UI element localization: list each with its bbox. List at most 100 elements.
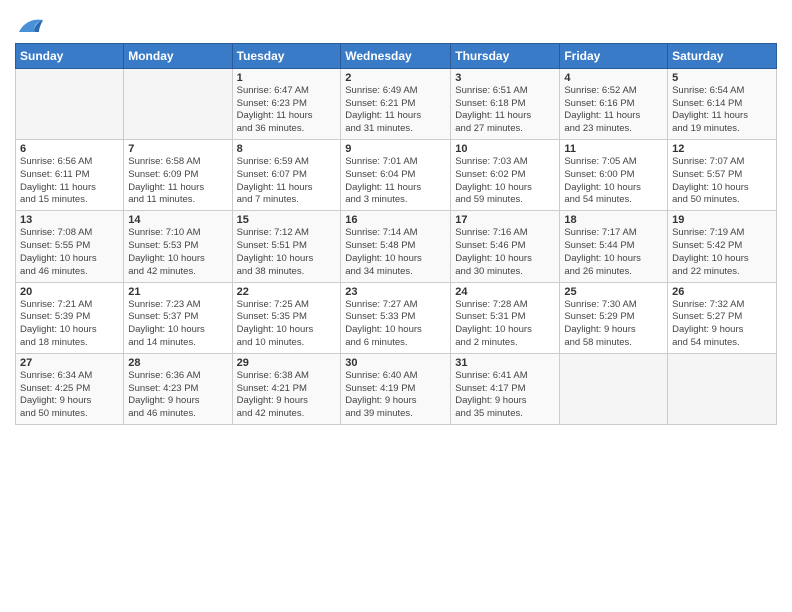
calendar-cell: 31Sunrise: 6:41 AM Sunset: 4:17 PM Dayli… bbox=[451, 353, 560, 424]
day-info: Sunrise: 6:40 AM Sunset: 4:19 PM Dayligh… bbox=[345, 370, 446, 421]
calendar-cell: 9Sunrise: 7:01 AM Sunset: 6:04 PM Daylig… bbox=[341, 140, 451, 211]
weekday-header-thursday: Thursday bbox=[451, 43, 560, 68]
day-info: Sunrise: 7:23 AM Sunset: 5:37 PM Dayligh… bbox=[128, 299, 227, 350]
day-number: 16 bbox=[345, 214, 446, 226]
calendar-cell: 13Sunrise: 7:08 AM Sunset: 5:55 PM Dayli… bbox=[16, 211, 124, 282]
calendar-week-row: 20Sunrise: 7:21 AM Sunset: 5:39 PM Dayli… bbox=[16, 282, 777, 353]
day-info: Sunrise: 7:21 AM Sunset: 5:39 PM Dayligh… bbox=[20, 299, 119, 350]
weekday-header-wednesday: Wednesday bbox=[341, 43, 451, 68]
day-number: 5 bbox=[672, 72, 772, 84]
day-number: 28 bbox=[128, 357, 227, 369]
day-number: 30 bbox=[345, 357, 446, 369]
day-number: 8 bbox=[237, 143, 337, 155]
day-info: Sunrise: 6:52 AM Sunset: 6:16 PM Dayligh… bbox=[564, 85, 663, 136]
day-info: Sunrise: 6:54 AM Sunset: 6:14 PM Dayligh… bbox=[672, 85, 772, 136]
logo bbox=[15, 14, 45, 39]
day-info: Sunrise: 6:36 AM Sunset: 4:23 PM Dayligh… bbox=[128, 370, 227, 421]
day-number: 3 bbox=[455, 72, 555, 84]
weekday-header-sunday: Sunday bbox=[16, 43, 124, 68]
day-info: Sunrise: 7:17 AM Sunset: 5:44 PM Dayligh… bbox=[564, 227, 663, 278]
calendar-cell: 29Sunrise: 6:38 AM Sunset: 4:21 PM Dayli… bbox=[232, 353, 341, 424]
calendar-cell: 23Sunrise: 7:27 AM Sunset: 5:33 PM Dayli… bbox=[341, 282, 451, 353]
calendar-cell: 19Sunrise: 7:19 AM Sunset: 5:42 PM Dayli… bbox=[668, 211, 777, 282]
calendar-week-row: 13Sunrise: 7:08 AM Sunset: 5:55 PM Dayli… bbox=[16, 211, 777, 282]
calendar-table: SundayMondayTuesdayWednesdayThursdayFrid… bbox=[15, 43, 777, 425]
calendar-cell: 22Sunrise: 7:25 AM Sunset: 5:35 PM Dayli… bbox=[232, 282, 341, 353]
day-number: 24 bbox=[455, 286, 555, 298]
day-info: Sunrise: 6:59 AM Sunset: 6:07 PM Dayligh… bbox=[237, 156, 337, 207]
calendar-cell: 21Sunrise: 7:23 AM Sunset: 5:37 PM Dayli… bbox=[124, 282, 232, 353]
day-number: 10 bbox=[455, 143, 555, 155]
calendar-cell: 10Sunrise: 7:03 AM Sunset: 6:02 PM Dayli… bbox=[451, 140, 560, 211]
day-number: 23 bbox=[345, 286, 446, 298]
day-number: 1 bbox=[237, 72, 337, 84]
calendar-cell: 18Sunrise: 7:17 AM Sunset: 5:44 PM Dayli… bbox=[560, 211, 668, 282]
weekday-header-tuesday: Tuesday bbox=[232, 43, 341, 68]
calendar-cell: 20Sunrise: 7:21 AM Sunset: 5:39 PM Dayli… bbox=[16, 282, 124, 353]
day-number: 4 bbox=[564, 72, 663, 84]
day-number: 27 bbox=[20, 357, 119, 369]
calendar-cell: 14Sunrise: 7:10 AM Sunset: 5:53 PM Dayli… bbox=[124, 211, 232, 282]
day-number: 18 bbox=[564, 214, 663, 226]
day-info: Sunrise: 6:56 AM Sunset: 6:11 PM Dayligh… bbox=[20, 156, 119, 207]
day-info: Sunrise: 7:32 AM Sunset: 5:27 PM Dayligh… bbox=[672, 299, 772, 350]
day-info: Sunrise: 7:03 AM Sunset: 6:02 PM Dayligh… bbox=[455, 156, 555, 207]
day-info: Sunrise: 7:25 AM Sunset: 5:35 PM Dayligh… bbox=[237, 299, 337, 350]
day-info: Sunrise: 7:30 AM Sunset: 5:29 PM Dayligh… bbox=[564, 299, 663, 350]
calendar-cell: 8Sunrise: 6:59 AM Sunset: 6:07 PM Daylig… bbox=[232, 140, 341, 211]
day-info: Sunrise: 7:10 AM Sunset: 5:53 PM Dayligh… bbox=[128, 227, 227, 278]
calendar-cell: 6Sunrise: 6:56 AM Sunset: 6:11 PM Daylig… bbox=[16, 140, 124, 211]
calendar-cell: 1Sunrise: 6:47 AM Sunset: 6:23 PM Daylig… bbox=[232, 68, 341, 139]
calendar-cell: 25Sunrise: 7:30 AM Sunset: 5:29 PM Dayli… bbox=[560, 282, 668, 353]
day-info: Sunrise: 6:41 AM Sunset: 4:17 PM Dayligh… bbox=[455, 370, 555, 421]
weekday-header-friday: Friday bbox=[560, 43, 668, 68]
day-number: 20 bbox=[20, 286, 119, 298]
day-number: 6 bbox=[20, 143, 119, 155]
day-number: 31 bbox=[455, 357, 555, 369]
calendar-week-row: 6Sunrise: 6:56 AM Sunset: 6:11 PM Daylig… bbox=[16, 140, 777, 211]
day-info: Sunrise: 7:14 AM Sunset: 5:48 PM Dayligh… bbox=[345, 227, 446, 278]
calendar-cell: 28Sunrise: 6:36 AM Sunset: 4:23 PM Dayli… bbox=[124, 353, 232, 424]
page-header bbox=[15, 10, 777, 39]
calendar-cell: 17Sunrise: 7:16 AM Sunset: 5:46 PM Dayli… bbox=[451, 211, 560, 282]
calendar-cell: 5Sunrise: 6:54 AM Sunset: 6:14 PM Daylig… bbox=[668, 68, 777, 139]
day-number: 19 bbox=[672, 214, 772, 226]
calendar-cell bbox=[124, 68, 232, 139]
calendar-cell: 3Sunrise: 6:51 AM Sunset: 6:18 PM Daylig… bbox=[451, 68, 560, 139]
day-info: Sunrise: 6:58 AM Sunset: 6:09 PM Dayligh… bbox=[128, 156, 227, 207]
calendar-cell: 30Sunrise: 6:40 AM Sunset: 4:19 PM Dayli… bbox=[341, 353, 451, 424]
day-info: Sunrise: 7:01 AM Sunset: 6:04 PM Dayligh… bbox=[345, 156, 446, 207]
day-info: Sunrise: 7:05 AM Sunset: 6:00 PM Dayligh… bbox=[564, 156, 663, 207]
day-number: 9 bbox=[345, 143, 446, 155]
weekday-header-monday: Monday bbox=[124, 43, 232, 68]
day-info: Sunrise: 6:47 AM Sunset: 6:23 PM Dayligh… bbox=[237, 85, 337, 136]
calendar-cell bbox=[16, 68, 124, 139]
calendar-cell: 12Sunrise: 7:07 AM Sunset: 5:57 PM Dayli… bbox=[668, 140, 777, 211]
logo-text bbox=[15, 14, 45, 43]
calendar-cell bbox=[668, 353, 777, 424]
calendar-cell: 7Sunrise: 6:58 AM Sunset: 6:09 PM Daylig… bbox=[124, 140, 232, 211]
day-number: 13 bbox=[20, 214, 119, 226]
day-number: 12 bbox=[672, 143, 772, 155]
day-number: 25 bbox=[564, 286, 663, 298]
day-info: Sunrise: 7:27 AM Sunset: 5:33 PM Dayligh… bbox=[345, 299, 446, 350]
calendar-cell: 16Sunrise: 7:14 AM Sunset: 5:48 PM Dayli… bbox=[341, 211, 451, 282]
day-number: 21 bbox=[128, 286, 227, 298]
calendar-cell: 11Sunrise: 7:05 AM Sunset: 6:00 PM Dayli… bbox=[560, 140, 668, 211]
calendar-week-row: 27Sunrise: 6:34 AM Sunset: 4:25 PM Dayli… bbox=[16, 353, 777, 424]
day-number: 7 bbox=[128, 143, 227, 155]
calendar-cell: 4Sunrise: 6:52 AM Sunset: 6:16 PM Daylig… bbox=[560, 68, 668, 139]
calendar-cell: 15Sunrise: 7:12 AM Sunset: 5:51 PM Dayli… bbox=[232, 211, 341, 282]
day-number: 26 bbox=[672, 286, 772, 298]
day-info: Sunrise: 7:16 AM Sunset: 5:46 PM Dayligh… bbox=[455, 227, 555, 278]
day-info: Sunrise: 7:28 AM Sunset: 5:31 PM Dayligh… bbox=[455, 299, 555, 350]
calendar-cell: 26Sunrise: 7:32 AM Sunset: 5:27 PM Dayli… bbox=[668, 282, 777, 353]
day-info: Sunrise: 7:08 AM Sunset: 5:55 PM Dayligh… bbox=[20, 227, 119, 278]
day-number: 17 bbox=[455, 214, 555, 226]
weekday-header-saturday: Saturday bbox=[668, 43, 777, 68]
day-info: Sunrise: 7:19 AM Sunset: 5:42 PM Dayligh… bbox=[672, 227, 772, 278]
day-info: Sunrise: 6:51 AM Sunset: 6:18 PM Dayligh… bbox=[455, 85, 555, 136]
day-number: 22 bbox=[237, 286, 337, 298]
logo-bird-icon bbox=[17, 14, 45, 38]
day-number: 2 bbox=[345, 72, 446, 84]
